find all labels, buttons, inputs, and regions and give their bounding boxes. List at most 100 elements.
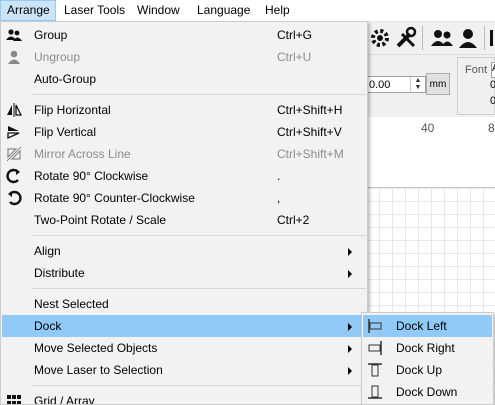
submenu-item-label: Dock Up bbox=[396, 363, 443, 377]
menu-bar: Arrange Laser Tools Window Language Help bbox=[0, 0, 495, 22]
menu-item-align[interactable]: Align bbox=[2, 240, 366, 262]
submenu-arrow-icon bbox=[348, 323, 352, 331]
menu-item-move-selected-objects[interactable]: Move Selected Objects bbox=[2, 337, 366, 359]
numeric-value: 0.00 bbox=[369, 79, 391, 91]
submenu-item-dock-right[interactable]: Dock Right bbox=[363, 337, 492, 359]
menu-item-nest-selected[interactable]: Nest Selected bbox=[2, 293, 366, 315]
font-label: Font bbox=[465, 64, 488, 76]
mirror-line-icon bbox=[6, 146, 22, 162]
dock-submenu: Dock Left Dock Right Dock Up Dock Down bbox=[361, 312, 494, 405]
menu-item-label: Mirror Across Line bbox=[34, 147, 131, 161]
ruler-label: 8 bbox=[488, 121, 495, 135]
submenu-item-label: Dock Left bbox=[396, 319, 447, 333]
grid-icon bbox=[7, 395, 21, 404]
submenu-arrow-icon bbox=[348, 345, 352, 353]
menu-separator bbox=[32, 288, 366, 289]
submenu-item-label: Dock Down bbox=[396, 385, 458, 399]
menu-item-label: Two-Point Rotate / Scale bbox=[34, 213, 167, 227]
menu-item-label: Rotate 90° Clockwise bbox=[34, 169, 149, 183]
dock-up-icon bbox=[368, 363, 382, 377]
tools-icon[interactable] bbox=[394, 26, 418, 50]
menu-item-label: Move Laser to Selection bbox=[34, 363, 163, 377]
menu-item-shortcut: . bbox=[277, 169, 281, 183]
submenu-item-dock-down[interactable]: Dock Down bbox=[363, 381, 492, 403]
font-select[interactable]: A bbox=[491, 62, 495, 78]
menu-item-rotate-ccw[interactable]: Rotate 90° Counter-Clockwise , bbox=[2, 187, 366, 209]
menu-item-flip-horizontal[interactable]: Flip Horizontal Ctrl+Shift+H bbox=[2, 99, 366, 121]
menu-laser-tools[interactable]: Laser Tools bbox=[58, 0, 131, 21]
menu-item-grid-array[interactable]: Grid / Array bbox=[2, 390, 366, 405]
settings-icon[interactable] bbox=[368, 26, 392, 50]
rotate-ccw-icon bbox=[8, 190, 22, 206]
menu-item-label: Align bbox=[34, 244, 61, 258]
unit-label: mm bbox=[429, 79, 447, 90]
submenu-arrow-icon bbox=[348, 270, 352, 278]
user-icon[interactable] bbox=[456, 26, 480, 50]
group-icon bbox=[6, 29, 22, 41]
menu-item-shortcut: , bbox=[277, 191, 281, 205]
menu-item-auto-group[interactable]: Auto-Group bbox=[2, 68, 366, 90]
align-icon[interactable] bbox=[488, 26, 495, 50]
submenu-item-dock-up[interactable]: Dock Up bbox=[363, 359, 492, 381]
unit-button[interactable]: mm bbox=[426, 73, 450, 95]
menu-item-label: Flip Vertical bbox=[34, 125, 97, 139]
menu-separator bbox=[32, 235, 366, 236]
submenu-item-dock-left[interactable]: Dock Left bbox=[363, 315, 492, 337]
rotate-cw-icon bbox=[6, 168, 20, 184]
menu-language[interactable]: Language bbox=[191, 0, 256, 21]
menu-separator bbox=[32, 94, 366, 95]
menu-item-move-laser-to-selection[interactable]: Move Laser to Selection bbox=[2, 359, 366, 381]
menu-item-shortcut: Ctrl+U bbox=[277, 50, 312, 64]
dock-left-icon bbox=[368, 319, 382, 333]
menu-item-label: Grid / Array bbox=[34, 394, 95, 405]
menu-item-label: Nest Selected bbox=[34, 297, 109, 311]
flip-horizontal-icon bbox=[7, 103, 22, 117]
menu-item-group[interactable]: Group Ctrl+G bbox=[2, 24, 366, 46]
numeric-spinner[interactable]: ▲ ▼ bbox=[410, 77, 425, 92]
menu-laser-tools-label: Laser Tools bbox=[64, 3, 126, 17]
menu-item-shortcut: Ctrl+Shift+H bbox=[277, 103, 343, 117]
menu-item-distribute[interactable]: Distribute bbox=[2, 262, 366, 284]
menu-item-rotate-cw[interactable]: Rotate 90° Clockwise . bbox=[2, 165, 366, 187]
menu-item-shortcut: Ctrl+G bbox=[277, 28, 313, 42]
menu-item-dock[interactable]: Dock bbox=[2, 315, 366, 337]
menu-item-ungroup[interactable]: Ungroup Ctrl+U bbox=[2, 46, 366, 68]
ruler-label: 40 bbox=[421, 121, 435, 135]
menu-language-label: Language bbox=[197, 3, 251, 17]
menu-item-label: Flip Horizontal bbox=[34, 103, 111, 117]
menu-help-label: Help bbox=[265, 3, 290, 17]
menu-item-shortcut: Ctrl+Shift+M bbox=[277, 147, 344, 161]
field-digit: 0 bbox=[490, 95, 495, 107]
properties-panel: 0.00 ▲▼ mm Font A 0 0 bbox=[366, 55, 495, 117]
toolbar-separator bbox=[422, 26, 423, 50]
menu-item-shortcut: Ctrl+Shift+V bbox=[277, 125, 342, 139]
menu-item-label: Move Selected Objects bbox=[34, 341, 158, 355]
menu-item-flip-vertical[interactable]: Flip Vertical Ctrl+Shift+V bbox=[2, 121, 366, 143]
menu-window[interactable]: Window bbox=[131, 0, 186, 21]
menu-item-two-point-rotate[interactable]: Two-Point Rotate / Scale Ctrl+2 bbox=[2, 209, 366, 231]
menu-item-label: Dock bbox=[34, 319, 62, 333]
field-digit: 0 bbox=[490, 79, 495, 91]
menu-help[interactable]: Help bbox=[259, 0, 296, 21]
dock-right-icon bbox=[368, 341, 382, 355]
menu-separator bbox=[32, 385, 366, 386]
arrange-menu: Group Ctrl+G Ungroup Ctrl+U Auto-Group F… bbox=[0, 21, 368, 405]
menu-item-label: Ungroup bbox=[34, 50, 81, 64]
submenu-arrow-icon bbox=[348, 367, 352, 375]
submenu-arrow-icon bbox=[348, 248, 352, 256]
flip-vertical-icon bbox=[7, 126, 20, 140]
menu-arrange[interactable]: Arrange bbox=[0, 0, 56, 21]
menu-item-label: Auto-Group bbox=[34, 72, 97, 86]
ungroup-icon bbox=[8, 50, 20, 64]
menu-item-shortcut: Ctrl+2 bbox=[277, 213, 310, 227]
menu-window-label: Window bbox=[137, 3, 180, 17]
menu-item-label: Rotate 90° Counter-Clockwise bbox=[34, 191, 195, 205]
menu-item-mirror-across-line[interactable]: Mirror Across Line Ctrl+Shift+M bbox=[2, 143, 366, 165]
ruler: 40 8 bbox=[366, 117, 495, 188]
dock-down-icon bbox=[368, 385, 382, 399]
users-icon[interactable] bbox=[430, 26, 454, 50]
toolbar bbox=[366, 22, 495, 55]
toolbar-separator-2 bbox=[484, 26, 485, 50]
submenu-item-label: Dock Right bbox=[396, 341, 455, 355]
menu-item-label: Distribute bbox=[34, 266, 85, 280]
